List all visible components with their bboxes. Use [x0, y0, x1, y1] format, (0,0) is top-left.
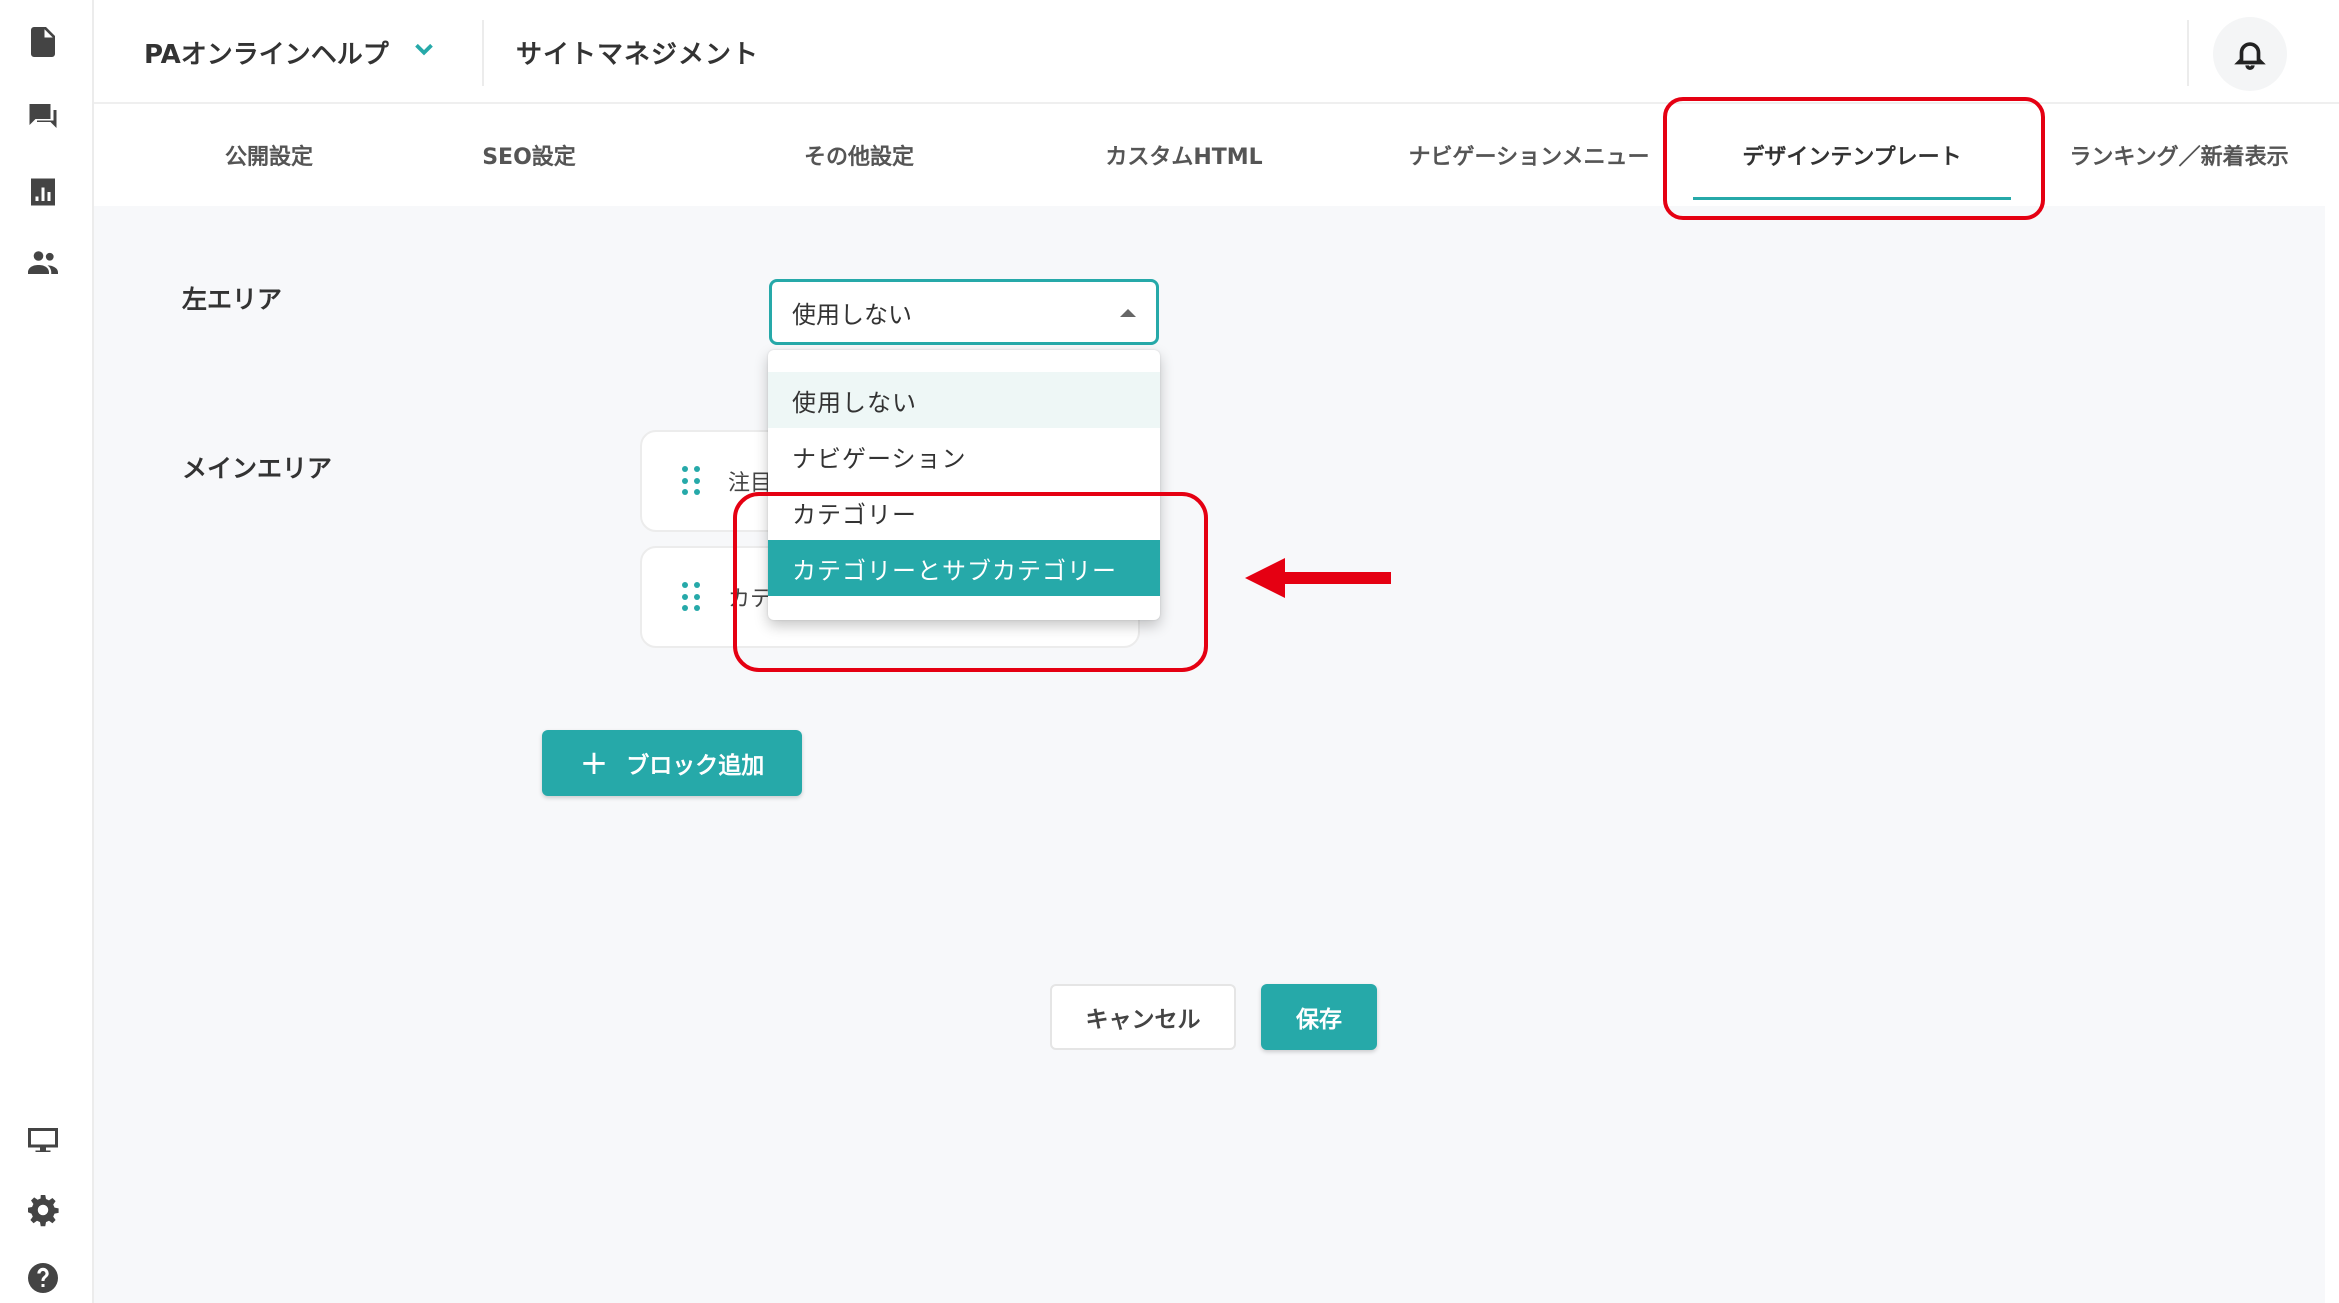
- left-icon-rail: [0, 0, 94, 1303]
- tab-other-settings[interactable]: その他設定: [734, 104, 984, 206]
- annotation-highlight-box: [1663, 97, 2045, 220]
- site-selector[interactable]: PAオンラインヘルプ: [144, 30, 439, 74]
- tab-navigation-menu[interactable]: ナビゲーションメニュー: [1404, 104, 1654, 206]
- bell-icon: [2234, 42, 2266, 70]
- tab-seo-settings[interactable]: SEO設定: [384, 104, 674, 206]
- main-content: 左エリア 使用しない メインエリア 注目 カテ 使用しない ナビゲーション カテ…: [94, 206, 2325, 1303]
- gear-icon[interactable]: [23, 1190, 63, 1230]
- notification-button[interactable]: [2213, 17, 2287, 91]
- tab-ranking-new[interactable]: ランキング／新着表示: [2054, 104, 2304, 206]
- main-area-label: メインエリア: [182, 454, 333, 483]
- add-block-label: ブロック追加: [626, 753, 765, 779]
- page-title: サイトマネジメント: [516, 40, 760, 70]
- document-icon[interactable]: [23, 22, 63, 62]
- people-icon[interactable]: [23, 242, 63, 282]
- drag-handle-icon[interactable]: [682, 582, 700, 612]
- cancel-button[interactable]: キャンセル: [1050, 984, 1236, 1050]
- annotation-arrow-icon: [1245, 558, 1391, 598]
- drag-handle-icon[interactable]: [682, 466, 700, 496]
- tab-public-settings[interactable]: 公開設定: [154, 104, 384, 206]
- annotation-highlight-box: [733, 492, 1208, 672]
- chat-icon[interactable]: [23, 96, 63, 136]
- save-button[interactable]: 保存: [1261, 984, 1377, 1050]
- header-divider: [482, 20, 484, 86]
- monitor-icon[interactable]: [23, 1120, 63, 1160]
- dropdown-option-navigation[interactable]: ナビゲーション: [768, 428, 1160, 484]
- left-area-label: 左エリア: [182, 285, 283, 314]
- plus-icon: +: [579, 743, 609, 783]
- left-area-select[interactable]: 使用しない: [769, 279, 1159, 345]
- caret-up-icon: [1120, 309, 1136, 317]
- bar-chart-icon[interactable]: [23, 172, 63, 212]
- dropdown-option-none[interactable]: 使用しない: [768, 372, 1160, 428]
- site-name: PAオンラインヘルプ: [144, 39, 389, 70]
- top-header: PAオンラインヘルプ サイトマネジメント: [94, 0, 2339, 104]
- left-area-select-value: 使用しない: [792, 300, 912, 329]
- add-block-button[interactable]: + ブロック追加: [542, 730, 802, 796]
- chevron-down-icon: [409, 34, 439, 71]
- header-divider: [2187, 20, 2189, 86]
- tab-custom-html[interactable]: カスタムHTML: [1034, 104, 1334, 206]
- help-icon[interactable]: [23, 1258, 63, 1298]
